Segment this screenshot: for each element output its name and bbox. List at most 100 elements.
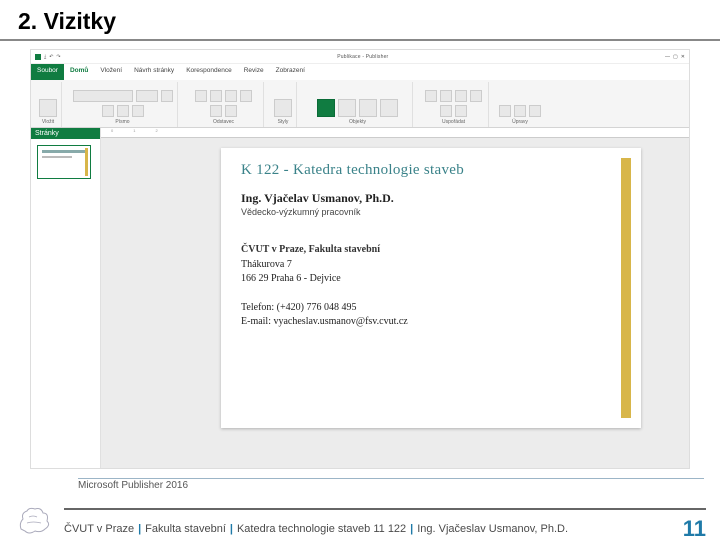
- publisher-screenshot: ⤓ ↶ ↷ Publikace - Publisher — ▢ ✕ Soubor…: [30, 49, 690, 469]
- font-family-dropdown[interactable]: [73, 90, 133, 102]
- card-role: Vědecko-výzkumný pracovník: [241, 207, 603, 217]
- ribbon-label-paragraph: Odstavec: [213, 119, 234, 125]
- slide-page-number: 11: [683, 516, 706, 542]
- card-email: E-mail: vyacheslav.usmanov@fsv.cvut.cz: [241, 315, 603, 330]
- footer-org: ČVUT v Praze: [64, 523, 134, 535]
- ribbon-group-clipboard: Vložit: [35, 82, 62, 127]
- business-card-page[interactable]: K 122 - Katedra technologie staveb Ing. …: [221, 148, 641, 428]
- separator-icon: |: [138, 523, 141, 535]
- tab-review[interactable]: Revize: [238, 64, 270, 80]
- qat-save-icon[interactable]: ⤓: [44, 54, 46, 60]
- rotate-icon[interactable]: [455, 105, 467, 117]
- footer-dept: Katedra technologie staveb 11 122: [237, 523, 406, 535]
- ribbon-label-editing: Úpravy: [512, 119, 528, 125]
- send-backward-icon[interactable]: [455, 90, 467, 102]
- font-size-dropdown[interactable]: [136, 90, 158, 102]
- separator-icon: |: [410, 523, 413, 535]
- cvut-lion-icon: [14, 503, 56, 535]
- tab-file[interactable]: Soubor: [31, 64, 64, 80]
- ribbon-group-objects: Objekty: [303, 82, 413, 127]
- page-thumbnail[interactable]: [37, 145, 91, 179]
- align-right-icon[interactable]: [210, 105, 222, 117]
- ribbon-label-objects: Objekty: [349, 119, 366, 125]
- paste-icon[interactable]: [39, 99, 57, 117]
- title-underline: [0, 39, 720, 41]
- card-addr-line2: Thákurova 7: [241, 258, 603, 273]
- pages-panel: Stránky: [31, 128, 101, 468]
- align-center-icon[interactable]: [240, 90, 252, 102]
- card-address-block: ČVUT v Praze, Fakulta stavební Thákurova…: [241, 243, 603, 287]
- separator-icon: |: [230, 523, 233, 535]
- shapes-icon[interactable]: [380, 99, 398, 117]
- ribbon-label-arrange: Uspořádat: [442, 119, 465, 125]
- card-addr-line1: ČVUT v Praze, Fakulta stavební: [241, 243, 603, 258]
- ribbon-group-arrange: Uspořádat: [419, 82, 489, 127]
- ribbon-tabs: Soubor Domů Vložení Návrh stránky Koresp…: [31, 64, 689, 80]
- window-title: Publikace - Publisher: [337, 54, 388, 60]
- textbox-icon[interactable]: [317, 99, 335, 117]
- qat-redo-icon[interactable]: ↷: [56, 54, 60, 60]
- slide-footer: ČVUT v Praze | Fakulta stavební | Katedr…: [0, 498, 720, 540]
- card-phone: Telefon: (+420) 776 048 495: [241, 301, 603, 316]
- card-person-name: Ing. Vjačelav Usmanov, Ph.D.: [241, 191, 603, 206]
- italic-icon[interactable]: [102, 105, 114, 117]
- horizontal-ruler: 0 1 2: [101, 128, 689, 138]
- card-addr-line3: 166 29 Praha 6 - Dejvice: [241, 272, 603, 287]
- ribbon-label-font: Písmo: [115, 119, 129, 125]
- ribbon-label-styles: Styly: [278, 119, 289, 125]
- ruler-tick: 0: [111, 128, 113, 137]
- footer-faculty: Fakulta stavební: [145, 523, 226, 535]
- line-spacing-icon[interactable]: [225, 105, 237, 117]
- caption-underline: [78, 478, 704, 479]
- window-controls: — ▢ ✕: [665, 54, 685, 60]
- numbering-icon[interactable]: [210, 90, 222, 102]
- group-icon[interactable]: [440, 105, 452, 117]
- card-content: K 122 - Katedra technologie staveb Ing. …: [221, 148, 641, 358]
- tab-view[interactable]: Zobrazení: [270, 64, 311, 80]
- app-icon: [35, 54, 41, 60]
- thumb-stripe: [85, 148, 88, 176]
- card-accent-stripe: [621, 158, 631, 418]
- qat-undo-icon[interactable]: ↶: [49, 54, 53, 60]
- ribbon-group-editing: Úpravy: [495, 82, 545, 127]
- card-contact-block: Telefon: (+420) 776 048 495 E-mail: vyac…: [241, 301, 603, 330]
- bring-forward-icon[interactable]: [440, 90, 452, 102]
- ribbon: Vložit Písmo Odstavec: [31, 80, 689, 128]
- font-color-icon[interactable]: [132, 105, 144, 117]
- find-icon[interactable]: [499, 105, 511, 117]
- ribbon-group-paragraph: Odstavec: [184, 82, 264, 127]
- slide-title: 2. Vizitky: [0, 0, 720, 39]
- thumb-line: [42, 156, 72, 158]
- quick-access-toolbar: ⤓ ↶ ↷: [35, 54, 61, 60]
- wrap-text-icon[interactable]: [425, 90, 437, 102]
- underline-icon[interactable]: [117, 105, 129, 117]
- ribbon-group-styles: Styly: [270, 82, 297, 127]
- pictures-icon[interactable]: [338, 99, 356, 117]
- tab-pagedesign[interactable]: Návrh stránky: [128, 64, 180, 80]
- footer-text: ČVUT v Praze | Fakulta stavební | Katedr…: [64, 508, 706, 542]
- footer-author: Ing. Vjačeslav Usmanov, Ph.D.: [417, 523, 568, 535]
- canvas-area[interactable]: 0 1 2 K 122 - Katedra technologie staveb…: [101, 128, 689, 468]
- pages-panel-header: Stránky: [31, 128, 100, 139]
- ruler-tick: 1: [133, 128, 135, 137]
- select-icon[interactable]: [529, 105, 541, 117]
- thumb-line: [42, 150, 86, 153]
- align-icon[interactable]: [470, 90, 482, 102]
- replace-icon[interactable]: [514, 105, 526, 117]
- maximize-icon[interactable]: ▢: [673, 54, 678, 60]
- card-department: K 122 - Katedra technologie staveb: [241, 162, 603, 179]
- minimize-icon[interactable]: —: [665, 54, 670, 60]
- ruler-tick: 2: [155, 128, 157, 137]
- align-left-icon[interactable]: [225, 90, 237, 102]
- screenshot-caption: Microsoft Publisher 2016: [78, 480, 188, 491]
- styles-icon[interactable]: [274, 99, 292, 117]
- bold-icon[interactable]: [161, 90, 173, 102]
- ribbon-label-paste: Vložit: [42, 119, 54, 125]
- table-icon[interactable]: [359, 99, 377, 117]
- tab-mailings[interactable]: Korespondence: [180, 64, 238, 80]
- bullets-icon[interactable]: [195, 90, 207, 102]
- close-icon[interactable]: ✕: [681, 54, 685, 60]
- tab-insert[interactable]: Vložení: [94, 64, 128, 80]
- ribbon-group-font: Písmo: [68, 82, 178, 127]
- tab-home[interactable]: Domů: [64, 64, 94, 80]
